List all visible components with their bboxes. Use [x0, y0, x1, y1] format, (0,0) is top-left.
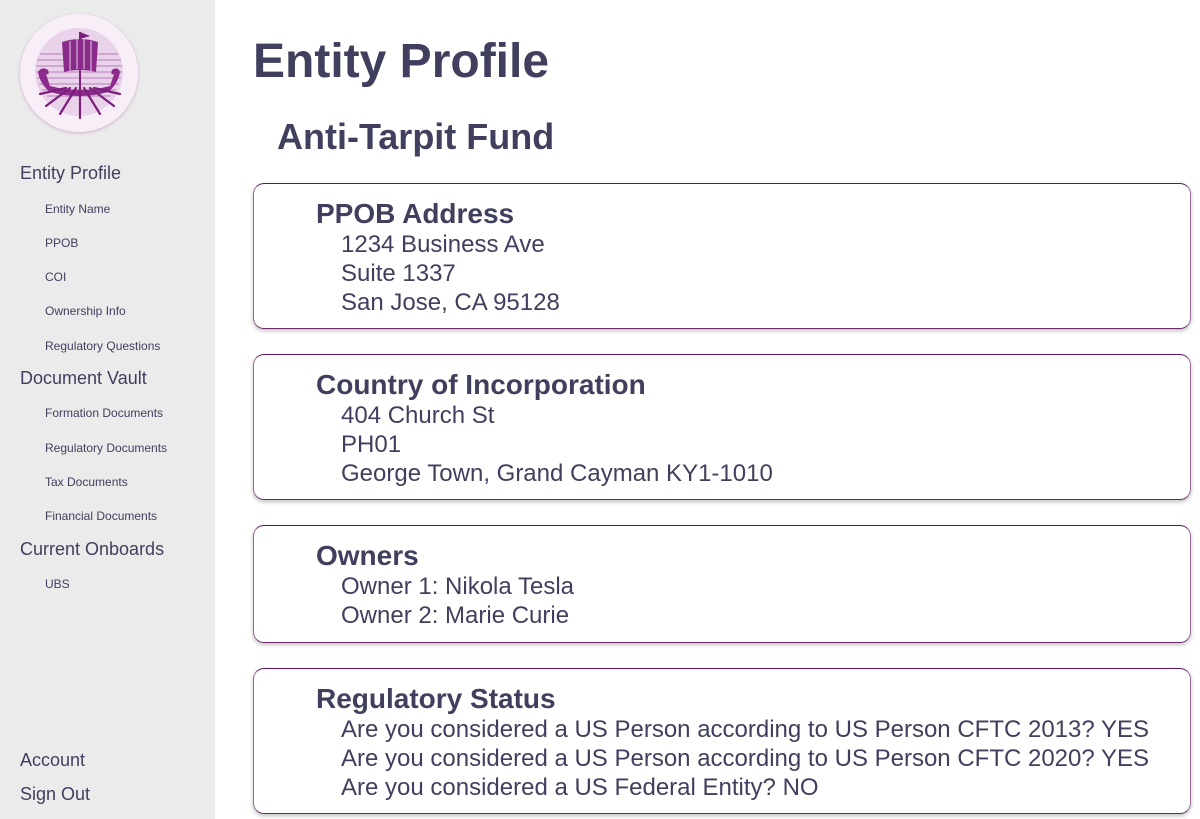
card-title: Owners: [316, 540, 419, 571]
card-lines: 404 Church St PH01 George Town, Grand Ca…: [341, 401, 773, 488]
regulatory-answer-line: Are you considered a US Federal Entity? …: [341, 774, 819, 801]
sidebar-item-ownership-info[interactable]: Ownership Info: [45, 304, 126, 318]
card-title: Country of Incorporation: [316, 369, 646, 400]
sidebar-section-entity-profile[interactable]: Entity Profile: [20, 163, 121, 184]
sidebar-item-coi[interactable]: COI: [45, 270, 66, 284]
sidebar-item-entity-name[interactable]: Entity Name: [45, 202, 110, 216]
sidebar-item-tax-documents[interactable]: Tax Documents: [45, 475, 128, 489]
card-title: PPOB Address: [316, 198, 515, 229]
card-lines: 1234 Business Ave Suite 1337 San Jose, C…: [341, 230, 560, 317]
entity-name-heading: Anti-Tarpit Fund: [277, 116, 555, 157]
sidebar-section-document-vault[interactable]: Document Vault: [20, 368, 147, 389]
owner-line: Owner 2: Marie Curie: [341, 602, 570, 629]
address-line: San Jose, CA 95128: [341, 289, 560, 316]
regulatory-answer-line: Are you considered a US Person according…: [341, 745, 1149, 772]
address-line: 1234 Business Ave: [341, 231, 545, 258]
sidebar-item-formation-documents[interactable]: Formation Documents: [45, 406, 163, 420]
address-line: 404 Church St: [341, 402, 495, 429]
sidebar-item-financial-documents[interactable]: Financial Documents: [45, 509, 157, 523]
account-link[interactable]: Account: [20, 750, 85, 771]
card-lines: Are you considered a US Person according…: [341, 715, 1149, 802]
regulatory-answer-line: Are you considered a US Person according…: [341, 716, 1149, 743]
viking-ship-logo-icon[interactable]: [20, 14, 138, 132]
owners-card: Owners Owner 1: Nikola Tesla Owner 2: Ma…: [253, 525, 1191, 643]
card-lines: Owner 1: Nikola Tesla Owner 2: Marie Cur…: [341, 572, 574, 630]
main-content: Entity Profile Anti-Tarpit Fund PPOB Add…: [215, 0, 1200, 819]
sidebar: Entity Profile Entity Name PPOB COI Owne…: [0, 0, 215, 819]
card-title: Regulatory Status: [316, 683, 556, 714]
sidebar-item-regulatory-documents[interactable]: Regulatory Documents: [45, 441, 167, 455]
ppob-address-card: PPOB Address 1234 Business Ave Suite 133…: [253, 183, 1191, 329]
owner-line: Owner 1: Nikola Tesla: [341, 573, 574, 600]
sign-out-link[interactable]: Sign Out: [20, 784, 90, 805]
country-of-incorporation-card: Country of Incorporation 404 Church St P…: [253, 354, 1191, 500]
address-line: George Town, Grand Cayman KY1-1010: [341, 460, 773, 487]
regulatory-status-card: Regulatory Status Are you considered a U…: [253, 668, 1191, 814]
address-line: Suite 1337: [341, 260, 456, 287]
sidebar-item-ppob[interactable]: PPOB: [45, 236, 78, 250]
page-title: Entity Profile: [253, 35, 550, 88]
sidebar-item-ubs[interactable]: UBS: [45, 577, 70, 591]
sidebar-item-regulatory-questions[interactable]: Regulatory Questions: [45, 339, 160, 353]
address-line: PH01: [341, 431, 402, 458]
sidebar-section-current-onboards[interactable]: Current Onboards: [20, 539, 164, 560]
